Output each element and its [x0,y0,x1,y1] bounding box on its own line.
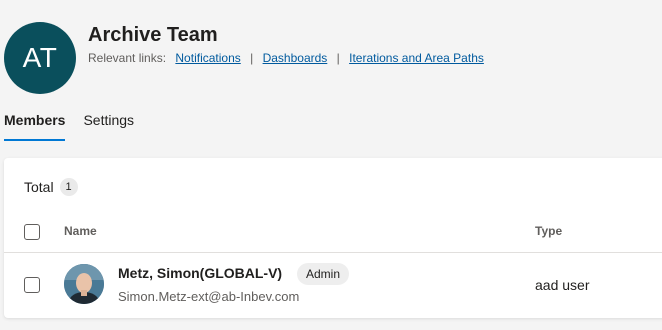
dashboards-link[interactable]: Dashboards [263,51,328,65]
members-card: Total 1 Name Type Metz, Simon(GLOBAL-V) … [4,158,662,318]
tab-settings[interactable]: Settings [83,106,134,141]
avatar-photo [64,264,104,304]
iterations-area-paths-link[interactable]: Iterations and Area Paths [349,51,484,65]
link-separator: | [336,51,340,65]
row-select-checkbox[interactable] [24,277,40,293]
total-count-badge: 1 [59,178,78,196]
select-all-checkbox[interactable] [24,224,40,240]
relevant-links: Relevant links: Notifications | Dashboar… [88,50,484,66]
role-badge: Admin [297,263,350,285]
table-header: Name Type [4,216,662,253]
column-header-name[interactable]: Name [64,224,97,238]
member-email: Simon.Metz-ext@ab-Inbev.com [118,289,300,304]
table-row[interactable]: Metz, Simon(GLOBAL-V) Admin Simon.Metz-e… [4,253,662,315]
member-name[interactable]: Metz, Simon(GLOBAL-V) [118,265,282,281]
tab-members[interactable]: Members [4,106,66,141]
column-header-type[interactable]: Type [535,224,562,238]
member-type: aad user [535,277,590,293]
relevant-links-label: Relevant links: [88,51,167,65]
team-name: Archive Team [88,24,218,46]
team-header-text: Archive Team Relevant links: Notificatio… [88,22,484,66]
link-separator: | [250,51,254,65]
tab-bar: Members Settings [4,106,152,141]
avatar [64,264,104,304]
team-header: AT Archive Team Relevant links: Notifica… [4,22,484,94]
total-summary: Total 1 [24,178,78,196]
total-label: Total [24,179,54,195]
notifications-link[interactable]: Notifications [175,51,240,65]
team-avatar: AT [4,22,76,94]
